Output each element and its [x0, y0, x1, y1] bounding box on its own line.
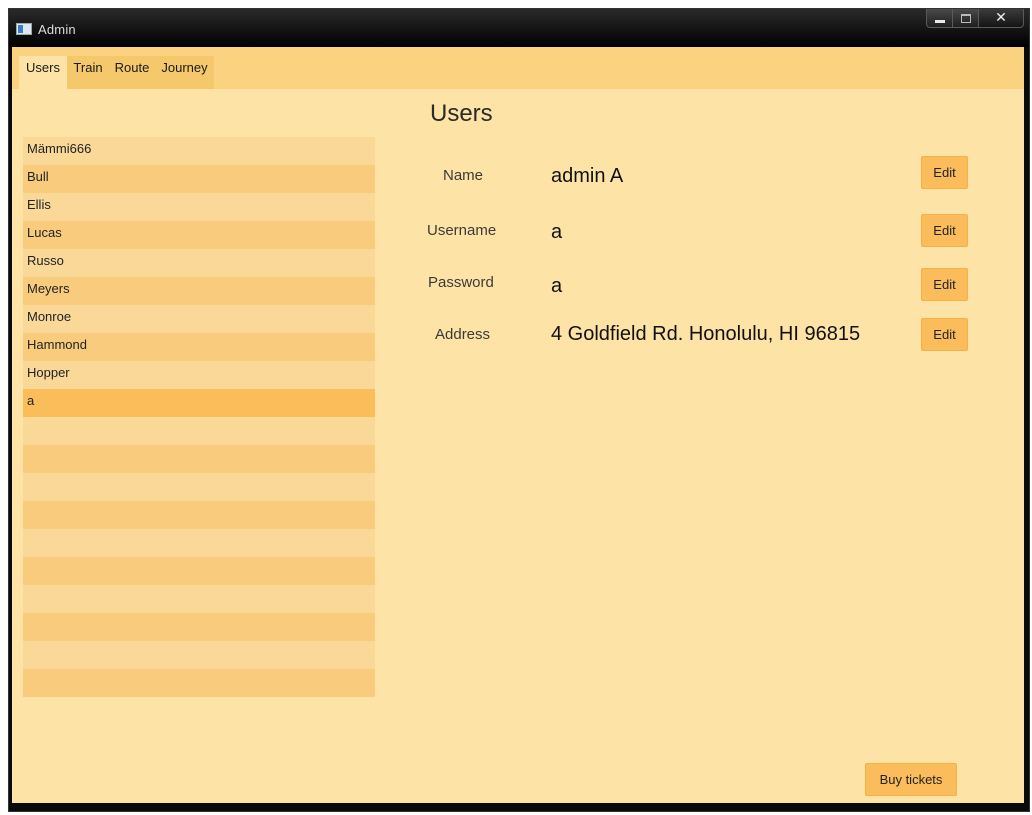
list-item[interactable]: Ellis	[23, 193, 375, 221]
list-item[interactable]: Hammond	[23, 333, 375, 361]
password-value: a	[551, 275, 563, 297]
window-controls: ✕	[926, 9, 1024, 28]
tab-users[interactable]: Users	[19, 56, 67, 89]
edit-address-button[interactable]: Edit	[921, 318, 968, 351]
empty-list-row	[23, 473, 375, 501]
list-item-selected[interactable]: a	[23, 389, 375, 417]
list-item[interactable]: Russo	[23, 249, 375, 277]
username-value: a	[551, 221, 563, 243]
maximize-icon[interactable]	[953, 9, 979, 28]
empty-list-row	[23, 529, 375, 557]
list-item[interactable]: Mämmi666	[23, 137, 375, 165]
edit-username-button[interactable]: Edit	[921, 214, 968, 247]
address-value: 4 Goldfield Rd. Honolulu, HI 96815	[551, 323, 861, 345]
empty-list-row	[23, 613, 375, 641]
list-item[interactable]: Lucas	[23, 221, 375, 249]
title-bar[interactable]: Admin ✕	[9, 9, 1029, 47]
tab-bar: Users Train Route Journey	[12, 47, 1024, 89]
name-label: Name	[443, 167, 484, 184]
list-item[interactable]: Hopper	[23, 361, 375, 389]
name-value: admin A	[551, 165, 624, 187]
close-icon[interactable]: ✕	[979, 9, 1024, 28]
buy-tickets-button[interactable]: Buy tickets	[865, 763, 957, 796]
list-item[interactable]: Meyers	[23, 277, 375, 305]
tab-route[interactable]: Route	[109, 56, 155, 89]
tab-train[interactable]: Train	[67, 56, 109, 89]
page-title: Users	[430, 100, 493, 127]
empty-list-row	[23, 417, 375, 445]
empty-list-row	[23, 445, 375, 473]
window-title: Admin	[38, 22, 76, 37]
empty-list-row	[23, 669, 375, 697]
main-content: Users Train Route Journey Users Mämmi666…	[12, 47, 1024, 803]
list-item[interactable]: Bull	[23, 165, 375, 193]
empty-list-row	[23, 641, 375, 669]
window-app-icon	[16, 23, 32, 35]
edit-name-button[interactable]: Edit	[921, 156, 968, 189]
admin-window: Admin ✕ Users Train Route Journey Users …	[8, 8, 1030, 812]
password-label: Password	[428, 274, 494, 291]
empty-list-row	[23, 501, 375, 529]
empty-list-row	[23, 557, 375, 585]
username-label: Username	[427, 222, 497, 239]
edit-password-button[interactable]: Edit	[921, 268, 968, 301]
empty-list-row	[23, 585, 375, 613]
tab-journey[interactable]: Journey	[155, 56, 214, 89]
user-list[interactable]: Mämmi666 Bull Ellis Lucas Russo Meyers M…	[23, 137, 375, 701]
minimize-icon[interactable]	[926, 9, 953, 28]
list-item[interactable]: Monroe	[23, 305, 375, 333]
address-label: Address	[435, 326, 491, 343]
